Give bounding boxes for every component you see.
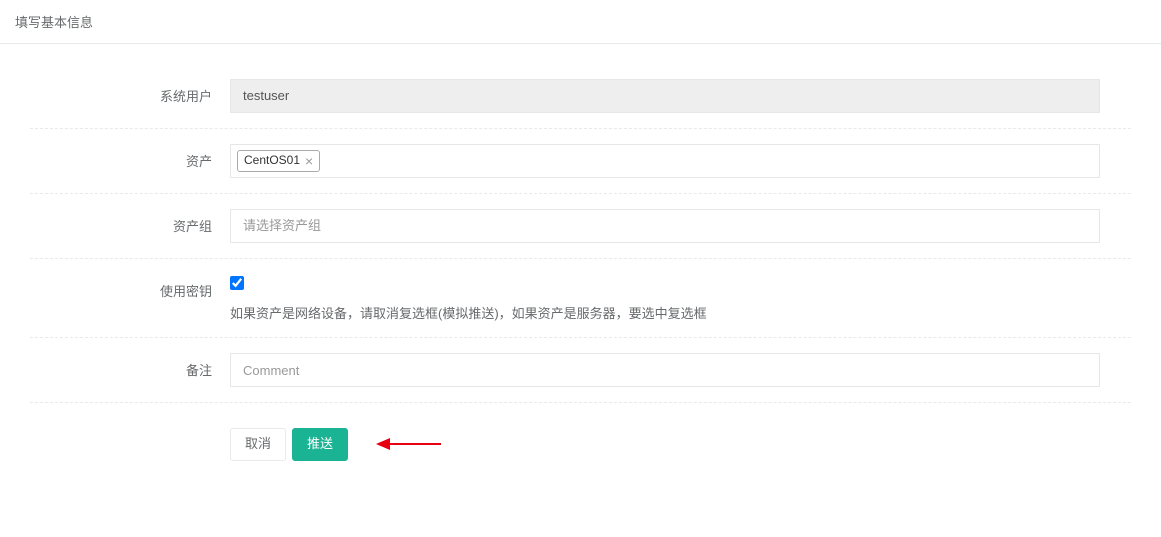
form-actions: 取消 推送 (30, 403, 1131, 461)
asset-group-placeholder: 请选择资产组 (237, 213, 327, 240)
asset-tag: CentOS01 × (237, 150, 320, 172)
asset-group-select[interactable]: 请选择资产组 (230, 209, 1100, 243)
form-group-asset-group: 资产组 请选择资产组 (30, 194, 1131, 259)
submit-button[interactable]: 推送 (292, 428, 348, 461)
label-asset: 资产 (30, 144, 230, 170)
label-comment: 备注 (30, 353, 230, 379)
label-use-key: 使用密钥 (30, 274, 230, 300)
asset-tag-label: CentOS01 (244, 152, 300, 169)
asset-select[interactable]: CentOS01 × (230, 144, 1100, 178)
panel-body: 系统用户 testuser 资产 CentOS01 × 资产组 请选择资产组 (0, 44, 1161, 491)
close-icon[interactable]: × (305, 154, 313, 168)
system-user-input: testuser (230, 79, 1100, 113)
cancel-button[interactable]: 取消 (230, 428, 286, 461)
use-key-checkbox[interactable] (230, 276, 244, 290)
form-group-asset: 资产 CentOS01 × (30, 129, 1131, 194)
label-asset-group: 资产组 (30, 209, 230, 235)
comment-input[interactable] (230, 353, 1100, 387)
form-group-use-key: 使用密钥 如果资产是网络设备，请取消复选框(模拟推送)，如果资产是服务器，要选中… (30, 259, 1131, 338)
form-group-system-user: 系统用户 testuser (30, 64, 1131, 129)
arrow-icon (376, 436, 441, 452)
use-key-help: 如果资产是网络设备，请取消复选框(模拟推送)，如果资产是服务器，要选中复选框 (230, 303, 1100, 322)
form-panel: 填写基本信息 系统用户 testuser 资产 CentOS01 × 资产组 (0, 0, 1161, 491)
label-system-user: 系统用户 (30, 79, 230, 105)
form-group-comment: 备注 (30, 338, 1131, 403)
panel-heading: 填写基本信息 (0, 0, 1161, 44)
